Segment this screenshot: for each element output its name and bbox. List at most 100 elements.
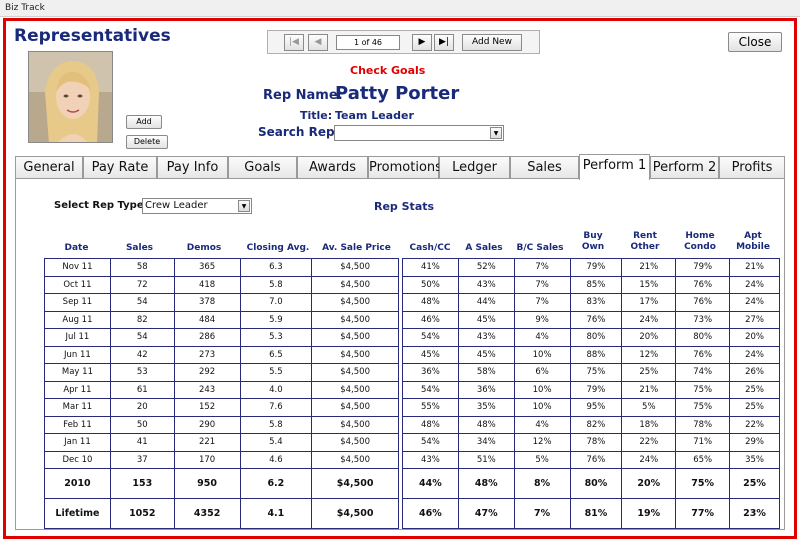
cell-cash: 55% (402, 398, 459, 417)
cell-cash: 43% (402, 450, 459, 469)
tab-sales[interactable]: Sales (510, 156, 579, 179)
cell-cash: 41% (402, 258, 459, 277)
cell-date: Lifetime (44, 498, 111, 529)
table-row: 54% 34% 12% 78% 22% 71% 29% (402, 433, 780, 452)
close-button[interactable]: Close (728, 32, 782, 52)
first-record-button[interactable]: |◀ (284, 34, 304, 51)
cell-a: 45% (457, 345, 515, 364)
cell-buy: 75% (569, 363, 623, 382)
cell-price: $4,500 (311, 293, 399, 312)
tab-pay-rate[interactable]: Pay Rate (83, 156, 157, 179)
table-row: 41% 52% 7% 79% 21% 79% 21% (402, 258, 780, 277)
cell-date: Jun 11 (44, 345, 111, 364)
table-row: Apr 11 61 243 4.0 $4,500 (44, 380, 399, 399)
cell-buy: 95% (569, 398, 623, 417)
tab-pay-info[interactable]: Pay Info (157, 156, 228, 179)
cell-cash: 45% (402, 345, 459, 364)
cell-demos: 243 (173, 380, 241, 399)
cell-a: 47% (457, 498, 515, 529)
col-header-cash: Cash/CC (409, 243, 451, 253)
cell-demos: 221 (173, 433, 241, 452)
cell-price: $4,500 (311, 363, 399, 382)
tab-perform-1[interactable]: Perform 1 (579, 154, 650, 180)
perform-1-panel: Select Rep Type Crew Leader ▼ Rep Stats … (15, 178, 785, 530)
cell-bc: 6% (513, 363, 571, 382)
tab-perform-2[interactable]: Perform 2 (650, 156, 719, 179)
tab-goals[interactable]: Goals (228, 156, 297, 179)
cell-cash: 46% (402, 498, 459, 529)
tab-ledger[interactable]: Ledger (439, 156, 510, 179)
rep-stats-title: Rep Stats (374, 200, 435, 213)
table-row: Sep 11 54 378 7.0 $4,500 (44, 293, 399, 312)
table-row: Aug 11 82 484 5.9 $4,500 (44, 310, 399, 329)
cell-closing: 7.6 (239, 398, 313, 417)
cell-closing: 6.5 (239, 345, 313, 364)
cell-home: 75% (675, 398, 731, 417)
window-title: Biz Track (0, 0, 800, 17)
cell-rent: 22% (621, 433, 677, 452)
cell-demos: 484 (173, 310, 241, 329)
cell-rent: 5% (621, 398, 677, 417)
add-button[interactable]: Add (126, 115, 162, 129)
cell-rent: 18% (621, 415, 677, 434)
check-goals-link[interactable]: Check Goals (350, 64, 425, 77)
table-row: May 11 53 292 5.5 $4,500 (44, 363, 399, 382)
total-row: 44% 48% 8% 80% 20% 75% 25% (402, 468, 780, 499)
cell-home: 76% (675, 345, 731, 364)
cell-date: 2010 (44, 468, 111, 499)
prev-record-button[interactable]: ◀ (308, 34, 328, 51)
tab-profits[interactable]: Profits (719, 156, 785, 179)
cell-price: $4,500 (311, 310, 399, 329)
cell-a: 52% (457, 258, 515, 277)
cell-bc: 10% (513, 345, 571, 364)
cell-rent: 24% (621, 310, 677, 329)
cell-apt: 24% (729, 275, 780, 294)
search-rep-combo[interactable]: ▼ (334, 125, 504, 141)
cell-home: 76% (675, 293, 731, 312)
col-header-closing: Closing Avg. (246, 243, 310, 253)
cell-closing: 5.4 (239, 433, 313, 452)
rep-type-select[interactable]: Crew Leader ▼ (142, 198, 252, 214)
cell-date: Dec 10 (44, 450, 111, 469)
cell-bc: 10% (513, 380, 571, 399)
cell-bc: 7% (513, 275, 571, 294)
tab-promotions[interactable]: Promotions (368, 156, 442, 179)
cell-rent: 25% (621, 363, 677, 382)
cell-closing: 5.8 (239, 415, 313, 434)
cell-price: $4,500 (311, 258, 399, 277)
cell-sales: 42 (109, 345, 175, 364)
cell-apt: 20% (729, 328, 780, 347)
cell-home: 75% (675, 468, 731, 499)
table-row: 48% 48% 4% 82% 18% 78% 22% (402, 415, 780, 434)
last-record-button[interactable]: ▶| (434, 34, 454, 51)
cell-date: Oct 11 (44, 275, 111, 294)
next-record-button[interactable]: ▶ (412, 34, 432, 51)
cell-a: 35% (457, 398, 515, 417)
record-counter[interactable]: 1 of 46 (336, 35, 400, 50)
cell-closing: 4.1 (239, 498, 313, 529)
cell-buy: 79% (569, 258, 623, 277)
cell-closing: 5.8 (239, 275, 313, 294)
cell-apt: 25% (729, 468, 780, 499)
cell-apt: 24% (729, 293, 780, 312)
dropdown-arrow-icon[interactable]: ▼ (490, 127, 502, 139)
tab-awards[interactable]: Awards (297, 156, 368, 179)
col-header-rent-other: Rent Other (630, 231, 660, 252)
cell-a: 45% (457, 310, 515, 329)
delete-button[interactable]: Delete (126, 135, 168, 149)
cell-cash: 48% (402, 293, 459, 312)
table-row: Oct 11 72 418 5.8 $4,500 (44, 275, 399, 294)
cell-closing: 4.6 (239, 450, 313, 469)
main-form: Representatives Add Delete |◀ ◀ 1 of 46 … (3, 18, 797, 539)
cell-price: $4,500 (311, 275, 399, 294)
rep-type-value: Crew Leader (145, 200, 208, 211)
cell-rent: 24% (621, 450, 677, 469)
tab-general[interactable]: General (15, 156, 83, 179)
cell-demos: 378 (173, 293, 241, 312)
table-row: 36% 58% 6% 75% 25% 74% 26% (402, 363, 780, 382)
cell-home: 76% (675, 275, 731, 294)
add-new-button[interactable]: Add New (462, 34, 522, 51)
dropdown-arrow-icon[interactable]: ▼ (238, 200, 250, 212)
table-row: 50% 43% 7% 85% 15% 76% 24% (402, 275, 780, 294)
cell-sales: 54 (109, 328, 175, 347)
